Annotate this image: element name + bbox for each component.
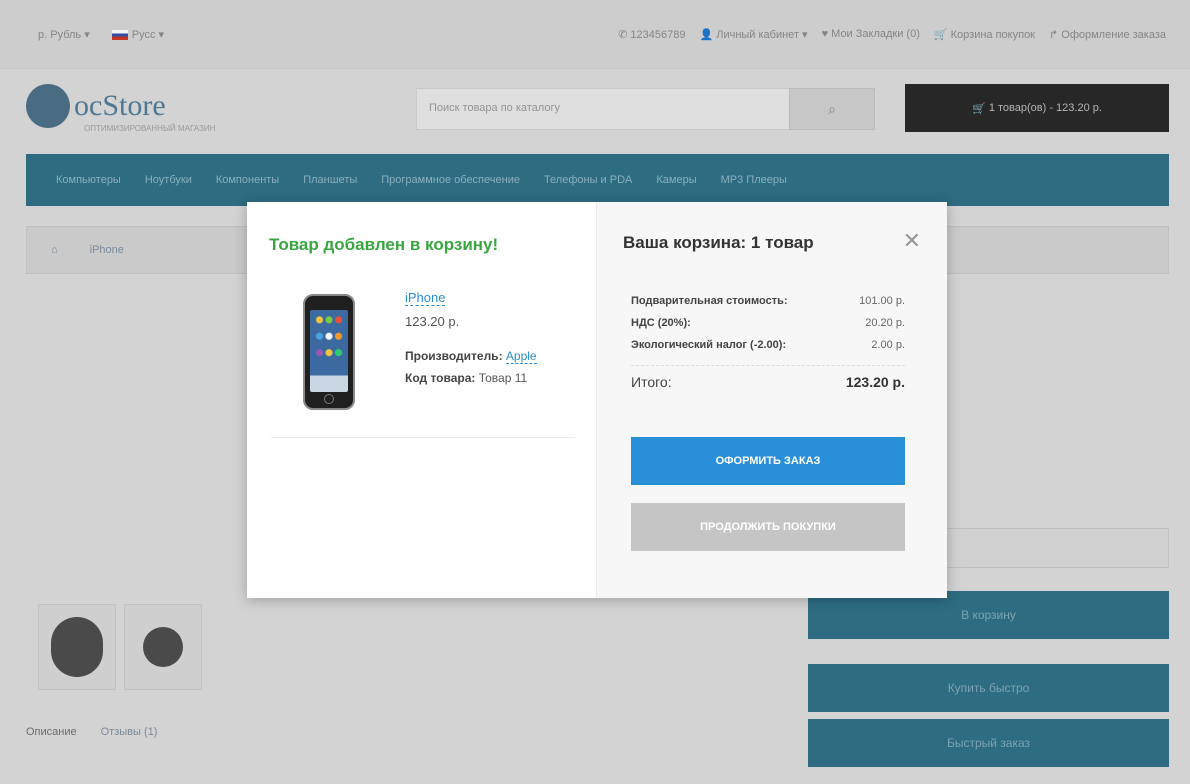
cart-totals: Подварительная стоимость: 101.00 р. НДС … bbox=[631, 290, 905, 390]
close-icon[interactable]: ✕ bbox=[903, 230, 921, 252]
total-label: Подварительная стоимость: bbox=[631, 295, 788, 307]
total-row: Подварительная стоимость: 101.00 р. bbox=[631, 290, 905, 312]
manufacturer-link[interactable]: Apple bbox=[505, 349, 537, 364]
checkout-button[interactable]: ОФОРМИТЬ ЗАКАЗ bbox=[631, 437, 905, 485]
product-code: Товар 11 bbox=[478, 371, 528, 385]
continue-shopping-button[interactable]: ПРОДОЛЖИТЬ ПОКУПКИ bbox=[631, 503, 905, 551]
manufacturer-label: Производитель: bbox=[405, 349, 503, 363]
cart-title: Ваша корзина: 1 товар bbox=[623, 233, 814, 252]
cart-summary-panel: Ваша корзина: 1 товар ✕ Подварительная с… bbox=[596, 202, 947, 598]
added-title: Товар добавлен в корзину! bbox=[269, 235, 499, 254]
product-name-link[interactable]: iPhone bbox=[405, 290, 446, 306]
phone-screen bbox=[310, 310, 348, 392]
grand-total-label: Итого: bbox=[631, 374, 672, 390]
added-product: iPhone 123.20 р. Производитель: Apple Ко… bbox=[271, 282, 575, 438]
grand-total-row: Итого: 123.20 р. bbox=[631, 374, 905, 390]
total-row: Экологический налог (-2.00): 2.00 р. bbox=[631, 334, 905, 356]
total-value: 101.00 р. bbox=[859, 295, 905, 307]
product-info: iPhone 123.20 р. Производитель: Apple Ко… bbox=[405, 290, 537, 389]
total-row: НДС (20%): 20.20 р. bbox=[631, 312, 905, 334]
total-value: 2.00 р. bbox=[871, 339, 905, 351]
total-label: Экологический налог (-2.00): bbox=[631, 339, 787, 351]
product-image[interactable] bbox=[303, 294, 355, 410]
grand-total-value: 123.20 р. bbox=[845, 374, 905, 390]
total-label: НДС (20%): bbox=[631, 317, 691, 329]
added-product-panel: Товар добавлен в корзину! iPhone 123.20 … bbox=[247, 202, 596, 598]
home-button bbox=[324, 394, 334, 404]
product-code-label: Код товара: bbox=[405, 371, 476, 385]
product-price: 123.20 р. bbox=[405, 314, 460, 329]
totals-divider bbox=[631, 365, 905, 366]
total-value: 20.20 р. bbox=[865, 317, 905, 329]
cart-added-modal: Товар добавлен в корзину! iPhone 123.20 … bbox=[247, 202, 947, 598]
